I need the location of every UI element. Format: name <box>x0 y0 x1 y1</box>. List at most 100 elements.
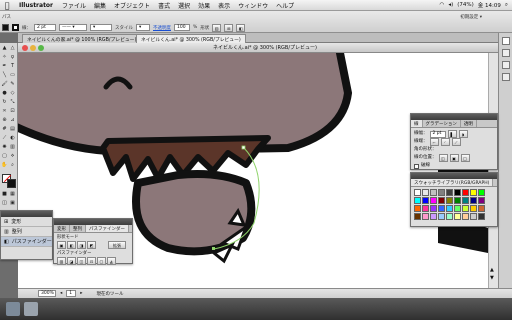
tab-pathfinder[interactable]: パスファインダー <box>86 225 129 232</box>
swatch-4[interactable] <box>446 189 453 196</box>
dock-app-icon-1[interactable] <box>6 302 20 316</box>
scroll-up-arrow[interactable]: ▲ <box>490 267 494 273</box>
artboard-prev-icon[interactable]: ◂ <box>60 291 62 296</box>
close-window-button[interactable] <box>22 45 28 51</box>
lasso-icon[interactable]: ϙ <box>9 54 16 61</box>
character-body[interactable] <box>18 53 353 156</box>
graph-tool-icon[interactable]: ▥ <box>9 144 16 151</box>
tab-align[interactable]: 整列 <box>70 225 86 232</box>
divide-icon[interactable]: ▥ <box>57 257 66 265</box>
swatch-33[interactable] <box>462 213 469 220</box>
swatch-9[interactable] <box>414 197 421 204</box>
anchor-point-bottom[interactable] <box>212 247 215 250</box>
swatch-3[interactable] <box>438 189 445 196</box>
zoom-tool-icon[interactable]: ⌕ <box>9 162 16 169</box>
type-tool-icon[interactable]: T <box>9 63 16 70</box>
style-dropdown[interactable]: ▾ <box>136 24 150 31</box>
crop-icon[interactable]: ⊡ <box>87 257 96 265</box>
screen-mode-icon[interactable]: ▣ <box>9 200 16 207</box>
menu-window[interactable]: ウィンドウ <box>234 1 272 10</box>
swatch-11[interactable] <box>430 197 437 204</box>
swatch-23[interactable] <box>454 205 461 212</box>
selection-tool-icon[interactable]: ▲ <box>1 45 8 52</box>
stroke-color-swatch[interactable] <box>12 24 19 31</box>
stroke-box[interactable] <box>7 179 16 188</box>
scale-tool-icon[interactable]: ⤡ <box>9 99 16 106</box>
hand-tool-icon[interactable]: ✋ <box>1 162 8 169</box>
panel-icon-4[interactable] <box>502 73 510 81</box>
transform-icon[interactable]: ⊞ <box>224 23 234 32</box>
volume-icon[interactable]: ◂) <box>448 2 453 8</box>
isolate-icon[interactable]: ◧ <box>236 23 246 32</box>
gradient-tool-icon[interactable]: ▤ <box>9 126 16 133</box>
swatch-12[interactable] <box>438 197 445 204</box>
apple-menu-icon[interactable]:  <box>0 1 14 10</box>
wifi-icon[interactable]: ◠ <box>440 2 445 8</box>
fill-color-swatch[interactable] <box>2 24 9 31</box>
panel-entry-align[interactable]: ▥ 整列 <box>1 227 52 237</box>
magic-wand-icon[interactable]: ✧ <box>1 54 8 61</box>
slice-tool-icon[interactable]: ⟡ <box>9 153 16 160</box>
swatch-6[interactable] <box>462 189 469 196</box>
align-outside-icon[interactable]: □ <box>460 154 470 162</box>
swatch-34[interactable] <box>470 213 477 220</box>
blob-brush-icon[interactable]: ● <box>1 90 8 97</box>
corner-round-icon[interactable]: ◜ <box>440 138 450 146</box>
symbol-sprayer-icon[interactable]: ✺ <box>1 144 8 151</box>
align-icon[interactable]: ▥ <box>212 23 222 32</box>
swatch-19[interactable] <box>422 205 429 212</box>
swatch-35[interactable] <box>478 213 485 220</box>
blend-tool-icon[interactable]: ◐ <box>9 135 16 142</box>
minus-front-icon[interactable]: ◧ <box>67 241 76 249</box>
brush-dropdown[interactable]: ▾ <box>90 24 112 31</box>
swatch-10[interactable] <box>422 197 429 204</box>
battery-status[interactable]: (74%) <box>457 2 474 8</box>
cap-butt-icon[interactable]: ▌ <box>447 130 457 138</box>
tab-transform[interactable]: 変形 <box>54 225 70 232</box>
swatch-28[interactable] <box>422 213 429 220</box>
direct-selection-tool-icon[interactable]: △ <box>9 45 16 52</box>
swatch-30[interactable] <box>438 213 445 220</box>
menu-edit[interactable]: 編集 <box>90 1 110 10</box>
menu-type[interactable]: 書式 <box>154 1 174 10</box>
rotate-tool-icon[interactable]: ↻ <box>1 99 8 106</box>
swatch-24[interactable] <box>462 205 469 212</box>
workspace-switcher[interactable]: 初期設定 ▾ <box>460 14 482 20</box>
swatch-7[interactable] <box>470 189 477 196</box>
swatch-18[interactable] <box>414 205 421 212</box>
document-tab-2[interactable]: ネイビルくん.ai* @ 300% (RGB/プレビュー) <box>136 34 246 43</box>
intersect-icon[interactable]: ◨ <box>77 241 86 249</box>
corner-miter-icon[interactable]: ⌐ <box>429 138 439 146</box>
swatch-2[interactable] <box>430 189 437 196</box>
expand-button[interactable]: 拡張 <box>108 241 126 249</box>
scroll-down-arrow[interactable]: ▼ <box>490 275 494 281</box>
tab-transparency[interactable]: 透明 <box>461 120 477 127</box>
swatch-25[interactable] <box>470 205 477 212</box>
swatch-13[interactable] <box>446 197 453 204</box>
mesh-tool-icon[interactable]: # <box>1 126 8 133</box>
rectangle-tool-icon[interactable]: ▭ <box>9 72 16 79</box>
panel-icon-1[interactable] <box>502 37 510 45</box>
pen-tool-icon[interactable]: ✒ <box>1 63 8 70</box>
shape-builder-icon[interactable]: ⊕ <box>1 117 8 124</box>
stroke-weight-field[interactable]: 2 pt <box>34 24 56 31</box>
menu-object[interactable]: オブジェクト <box>110 1 154 10</box>
perspective-grid-icon[interactable]: ⊿ <box>9 117 16 124</box>
free-transform-icon[interactable]: ⊡ <box>9 108 16 115</box>
swatch-20[interactable] <box>430 205 437 212</box>
artboard-next-icon[interactable]: ▸ <box>80 291 82 296</box>
menu-select[interactable]: 選択 <box>174 1 194 10</box>
panel-entry-transform[interactable]: ⊞ 変形 <box>1 217 52 227</box>
swatch-29[interactable] <box>430 213 437 220</box>
swatch-31[interactable] <box>446 213 453 220</box>
menu-effect[interactable]: 効果 <box>194 1 214 10</box>
zoom-window-button[interactable] <box>38 45 44 51</box>
swatch-21[interactable] <box>438 205 445 212</box>
draw-normal-icon[interactable]: ◫ <box>1 200 8 207</box>
dock-app-icon-2[interactable] <box>24 302 38 316</box>
variable-width-dropdown[interactable]: —— ▾ <box>59 24 87 31</box>
width-tool-icon[interactable]: ≍ <box>1 108 8 115</box>
zoom-level-field[interactable]: 300% <box>38 290 56 297</box>
artboard-number-field[interactable]: 1 <box>66 290 77 297</box>
swatch-15[interactable] <box>462 197 469 204</box>
